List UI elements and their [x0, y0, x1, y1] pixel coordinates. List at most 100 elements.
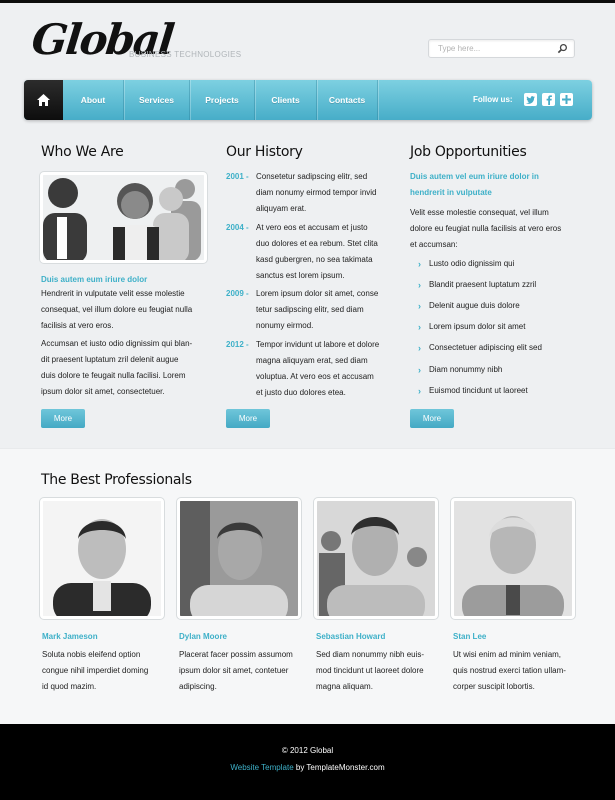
jobs-intro-line: Velit esse molestie consequat, vel illum — [410, 208, 549, 217]
facebook-button[interactable] — [542, 93, 555, 106]
jobs-subtitle: Duis autem vel eum iriure dolor in hendr… — [410, 169, 585, 201]
chevron-right-icon: › — [418, 259, 421, 269]
history-year: 2004 - — [226, 223, 249, 232]
plus-icon — [562, 95, 571, 104]
home-button[interactable] — [24, 80, 63, 120]
who-p1-line: Hendrerit in vulputate velit esse molest… — [41, 289, 185, 298]
footer-copyright: © 2012 Global — [281, 746, 334, 755]
history-year: 2001 - — [226, 172, 249, 181]
jobs-intro-line: dolore eu feugiat nulla facilisis at ver… — [410, 224, 562, 233]
jobs-intro: Velit esse molestie consequat, vel illum… — [410, 205, 590, 253]
who-p2-line: dit praesent luptatum zril delenit augue — [41, 355, 179, 364]
jobs-more-button[interactable]: More — [410, 409, 454, 428]
chevron-right-icon: › — [418, 301, 421, 311]
professional-name[interactable]: Dylan Moore — [179, 632, 227, 641]
bio-line: adipiscing. — [179, 682, 217, 691]
professional-bio: Soluta nobis eleifend option congue nihil… — [42, 647, 167, 695]
chevron-right-icon: › — [418, 322, 421, 332]
search-input[interactable] — [429, 40, 549, 57]
who-p2-line: ipsum dolor sit amet, consectetuer. — [41, 387, 165, 396]
history-line: At vero eos et accusam et justo — [256, 223, 368, 232]
who-we-are-heading: Who We Are — [41, 144, 124, 160]
chevron-right-icon: › — [418, 386, 421, 396]
jobs-item-label: Blandit praesent luptatum zzril — [429, 280, 537, 289]
professional-name[interactable]: Sebastian Howard — [316, 632, 385, 641]
bio-line: Ut wisi enim ad minim veniam, — [453, 650, 562, 659]
jobs-item-label: Diam nonummy nibh — [429, 365, 503, 374]
history-year: 2009 - — [226, 289, 249, 298]
bio-line: congue nihil imperdiet doming — [42, 666, 149, 675]
main-nav: About Services Projects Clients Contacts… — [24, 80, 592, 120]
bio-line: Sed diam nonummy nibh euis- — [316, 650, 425, 659]
professional-bio: Ut wisi enim ad minim veniam, quis nostru… — [453, 647, 578, 695]
nav-item-services[interactable]: Services — [124, 80, 190, 120]
jobs-item-label: Consectetuer adipiscing elit sed — [429, 343, 542, 352]
portrait-image — [454, 501, 572, 616]
history-line: et justo duo dolores etea. — [256, 388, 346, 397]
jobs-subtitle-line: Duis autem vel eum iriure dolor in — [410, 172, 539, 181]
professional-name[interactable]: Mark Jameson — [42, 632, 98, 641]
history-line: sanctus est lorem ipsum. — [256, 271, 345, 280]
nav-item-clients[interactable]: Clients — [255, 80, 317, 120]
who-p1-line: facilisis at vero eros. — [41, 321, 114, 330]
plus-button[interactable] — [560, 93, 573, 106]
professionals-heading: The Best Professionals — [41, 472, 192, 488]
who-subtitle: Duis autem eum iriure dolor — [41, 275, 148, 284]
chevron-right-icon: › — [418, 280, 421, 290]
professional-name[interactable]: Stan Lee — [453, 632, 486, 641]
who-p1-line: consequat, vel illum dolore eu feugiat n… — [41, 305, 193, 314]
history-year: 2012 - — [226, 340, 249, 349]
portrait-image — [317, 501, 435, 616]
history-line: kasd gubergren, no sea takimata — [256, 255, 373, 264]
website-template-link[interactable]: Website Template — [230, 763, 293, 772]
professional-bio: Placerat facer possim assumom ipsum dolor… — [179, 647, 304, 695]
facebook-icon — [546, 94, 552, 105]
history-line: Consetetur sadipscing elitr, sed — [256, 172, 368, 181]
jobs-heading: Job Opportunities — [410, 144, 527, 160]
bio-line: Soluta nobis eleifend option — [42, 650, 141, 659]
history-line: Tempor invidunt ut labore et dolore — [256, 340, 380, 349]
footer-credit: Website Template by TemplateMonster.com — [0, 763, 615, 772]
nav-item-projects[interactable]: Projects — [190, 80, 255, 120]
home-icon — [37, 94, 50, 106]
history-line: Lorem ipsum dolor sit amet, conse — [256, 289, 379, 298]
history-line: aliquyam erat. — [256, 204, 307, 213]
who-p2-line: Accumsan et iusto odio dignissim qui bla… — [41, 339, 193, 348]
tagline: BUSINESS TECHNOLOGIES — [129, 50, 242, 59]
bio-line: corper suscipit lobortis. — [453, 682, 535, 691]
team-photo — [40, 172, 207, 263]
search-icon[interactable] — [557, 43, 568, 54]
footer: © 2012 Global Website Template by Templa… — [0, 724, 615, 800]
portrait-image — [180, 501, 298, 616]
history-line: voluptua. At vero eos et accusam — [256, 372, 374, 381]
chevron-right-icon: › — [418, 365, 421, 375]
twitter-icon — [526, 95, 535, 104]
professional-photo[interactable] — [40, 498, 164, 619]
search-box — [428, 39, 575, 58]
history-line: magna aliquyam erat, sed diam — [256, 356, 368, 365]
portrait-image — [43, 501, 161, 616]
bio-line: ipsum dolor sit amet, contetuer — [179, 666, 289, 675]
nav-item-about[interactable]: About — [63, 80, 124, 120]
follow-us-label: Follow us: — [473, 95, 513, 104]
history-more-button[interactable]: More — [226, 409, 270, 428]
jobs-intro-line: et accumsan: — [410, 240, 458, 249]
professional-photo[interactable] — [451, 498, 575, 619]
professional-photo[interactable] — [177, 498, 301, 619]
twitter-button[interactable] — [524, 93, 537, 106]
jobs-item-label: Lorem ipsum dolor sit amet — [429, 322, 526, 331]
who-paragraph-2: Accumsan et iusto odio dignissim qui bla… — [41, 336, 216, 400]
professional-photo[interactable] — [314, 498, 438, 619]
history-line: nonumy eirmod. — [256, 321, 314, 330]
team-photo-image — [43, 175, 204, 260]
history-line: duo dolores et ea rebum. Stet clita — [256, 239, 378, 248]
who-more-button[interactable]: More — [41, 409, 85, 428]
jobs-item-label: Euismod tincidunt ut laoreet — [429, 386, 528, 395]
jobs-item-label: Delenit augue duis dolore — [429, 301, 520, 310]
history-heading: Our History — [226, 144, 303, 160]
history-line: diam nonumy eirmod tempor invid — [256, 188, 377, 197]
who-p2-line: duis dolore te feugait nulla facilisi. L… — [41, 371, 186, 380]
nav-item-contacts[interactable]: Contacts — [317, 80, 378, 120]
jobs-item-label: Lusto odio dignissim qui — [429, 259, 515, 268]
chevron-right-icon: › — [418, 343, 421, 353]
